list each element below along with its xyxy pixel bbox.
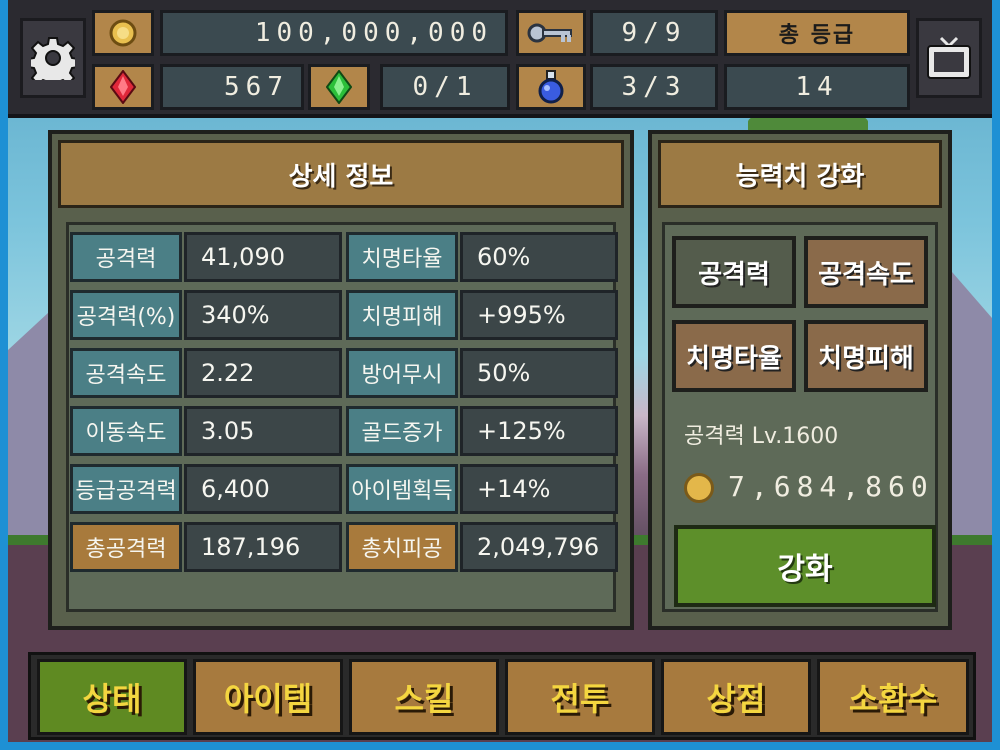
tv-icon	[927, 36, 971, 79]
tab-battle[interactable]: 전투	[505, 659, 655, 735]
emerald-slot	[308, 64, 370, 110]
upgrade-attack-button[interactable]: 공격력	[672, 236, 796, 308]
emerald-count: 0/1	[380, 64, 510, 110]
stat-value: 2.22	[184, 348, 342, 398]
gear-icon	[31, 37, 75, 80]
stat-label: 아이템획득	[346, 464, 458, 514]
stat-value: +995%	[460, 290, 618, 340]
upgrade-crit-damage-button[interactable]: 치명피해	[804, 320, 928, 392]
emerald-icon	[326, 70, 352, 104]
keys-count: 9/9	[590, 10, 718, 56]
stat-value: 60%	[460, 232, 618, 282]
stat-value: 6,400	[184, 464, 342, 514]
stat-value: 2,049,796	[460, 522, 618, 572]
coin-icon	[109, 19, 137, 47]
tab-shop[interactable]: 상점	[661, 659, 811, 735]
upgrade-panel-title: 능력치 강화	[658, 140, 942, 208]
tab-summons[interactable]: 소환수	[817, 659, 969, 735]
upgrade-crit-rate-button[interactable]: 치명타율	[672, 320, 796, 392]
rank-value: 14	[724, 64, 910, 110]
stat-label: 총치피공	[346, 522, 458, 572]
enhance-button[interactable]: 강화	[674, 525, 936, 607]
stat-label: 총공격력	[70, 522, 182, 572]
upgrade-attack-speed-button[interactable]: 공격속도	[804, 236, 928, 308]
upgrade-cost: 7,684,860	[728, 470, 934, 503]
stat-label: 골드증가	[346, 406, 458, 456]
stat-value: +14%	[460, 464, 618, 514]
upgrade-level-text: 공격력 Lv.1600	[684, 424, 839, 449]
key-icon	[527, 23, 572, 43]
stat-value: 3.05	[184, 406, 342, 456]
ruby-slot	[92, 64, 154, 110]
stat-label: 방어무시	[346, 348, 458, 398]
stat-label: 치명피해	[346, 290, 458, 340]
stat-label: 공격력	[70, 232, 182, 282]
stat-label: 등급공격력	[70, 464, 182, 514]
stat-value: 50%	[460, 348, 618, 398]
detail-panel-title: 상세 정보	[58, 140, 624, 208]
settings-button[interactable]	[20, 18, 86, 98]
gold-slot	[92, 10, 154, 56]
coin-icon	[684, 473, 714, 503]
bottom-nav: 상태 아이템 스킬 전투 상점 소환수	[28, 652, 976, 740]
tab-items[interactable]: 아이템	[193, 659, 343, 735]
ruby-amount: 567	[160, 64, 304, 110]
key-slot	[516, 10, 586, 56]
potion-icon	[538, 70, 564, 104]
resource-bar: 100,000,000 9/9 총 등급 567 0/1 3/3 14	[8, 0, 992, 118]
stat-label: 이동속도	[70, 406, 182, 456]
gold-amount: 100,000,000	[160, 10, 508, 56]
tab-status[interactable]: 상태	[37, 659, 187, 735]
stat-label: 치명타율	[346, 232, 458, 282]
stat-label: 공격력(%)	[70, 290, 182, 340]
ruby-icon	[110, 70, 136, 104]
stat-value: 340%	[184, 290, 342, 340]
potion-slot	[516, 64, 586, 110]
rank-label: 총 등급	[724, 10, 910, 56]
tv-button[interactable]	[916, 18, 982, 98]
stat-value: 187,196	[184, 522, 342, 572]
stat-value: +125%	[460, 406, 618, 456]
tab-skills[interactable]: 스킬	[349, 659, 499, 735]
potion-count: 3/3	[590, 64, 718, 110]
stat-label: 공격속도	[70, 348, 182, 398]
game-screen: 100,000,000 9/9 총 등급 567 0/1 3/3 14 상세 정…	[8, 0, 992, 742]
stat-value: 41,090	[184, 232, 342, 282]
